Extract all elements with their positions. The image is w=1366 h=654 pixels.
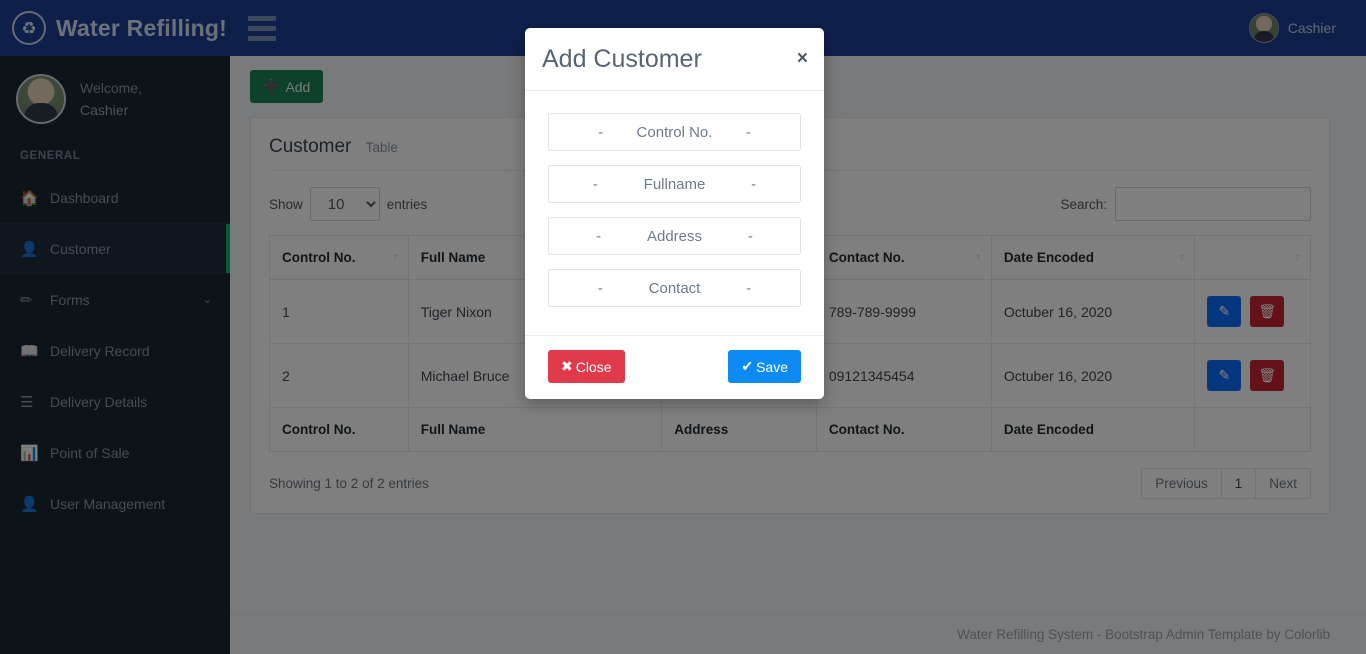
save-button-label: Save	[756, 358, 788, 375]
close-button[interactable]: ✖ Close	[548, 350, 625, 383]
x-mark-icon: ✖	[561, 358, 573, 374]
control-no-field[interactable]	[548, 113, 801, 151]
modal-footer: ✖ Close ✔ Save	[525, 335, 824, 399]
contact-field[interactable]	[548, 269, 801, 307]
close-icon[interactable]: ×	[797, 49, 808, 68]
save-button[interactable]: ✔ Save	[728, 350, 801, 383]
modal-header: Add Customer ×	[525, 28, 824, 91]
add-customer-modal: Add Customer × ✖ Close ✔ Save	[525, 28, 824, 399]
fullname-field[interactable]	[548, 165, 801, 203]
modal-title: Add Customer	[542, 45, 702, 73]
address-field[interactable]	[548, 217, 801, 255]
check-icon: ✔	[741, 358, 754, 374]
close-button-label: Close	[575, 358, 612, 375]
modal-body	[525, 91, 824, 335]
